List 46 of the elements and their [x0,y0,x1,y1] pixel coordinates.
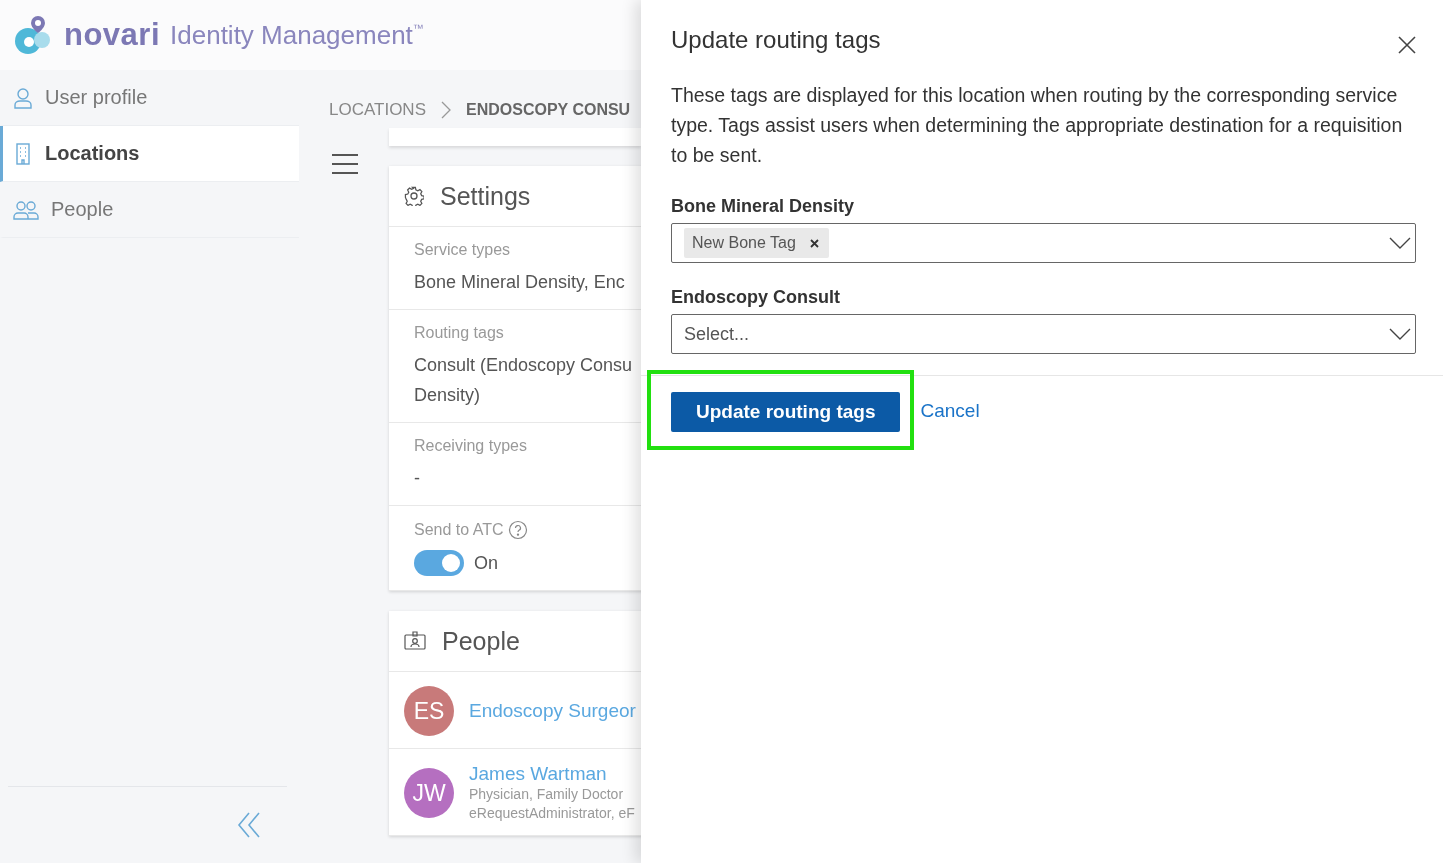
badge-icon [404,631,426,651]
field-label: Service types [414,241,511,259]
panel-description: These tags are displayed for this location when routing by the corresponding service type. Tags assist users when determining the appropriate destination for a requisition to be sent. [671,83,1404,168]
toggle-switch[interactable] [414,550,464,576]
person-detail: Physician, Family Doctor [469,785,625,804]
breadcrumb-current: ENDOSCOPY CONSU [466,101,631,119]
product-name: Identity Management [170,19,413,51]
trademark: ™ [412,22,424,34]
field-label: Send to ATC [414,521,504,539]
tag-label: New Bone Tag [692,234,796,252]
user-icon [13,86,33,109]
close-icon[interactable] [1398,36,1416,54]
sidebar-item[interactable]: Locations [0,126,299,182]
people-icon [13,199,39,220]
tag-select[interactable]: Select... [671,314,1416,354]
chevron-down-icon [1389,237,1411,249]
breadcrumb-link[interactable]: LOCATIONS [329,100,426,120]
chevron-icon [440,101,452,119]
field-value: Consult (Endoscopy Consu [414,354,634,377]
remove-icon[interactable] [809,238,819,248]
card-title: Settings [440,181,531,211]
person-detail: eRequestAdministrator, eF [469,804,635,823]
update-button[interactable]: Update routing tags [671,391,901,432]
building-icon [13,142,33,165]
field-label: Receiving types [414,437,527,455]
person-link[interactable]: Endoscopy Surgeor [469,700,636,722]
card-title: People [442,626,520,656]
select-placeholder: Select... [684,323,750,345]
avatar: ES [404,686,454,736]
field-label: Bone Mineral Density [671,196,856,217]
field-label: Endoscopy Consult [671,287,841,308]
person-link[interactable]: James Wartman [469,763,635,785]
cancel-link[interactable]: Cancel [920,400,980,422]
panel-title: Update routing tags [671,26,881,54]
help-icon[interactable] [507,520,528,540]
brand-name: novari [64,17,161,53]
avatar: JW [404,768,454,818]
toggle-label: On [474,552,498,575]
field-value: - [414,467,421,490]
field-label: Routing tags [414,324,504,342]
settings-icon [404,186,424,206]
tag-select[interactable]: New Bone Tag [671,223,1416,263]
menu-icon[interactable] [331,153,359,175]
field-value: Density) [414,384,481,407]
chevron-down-icon [1389,328,1411,340]
field-value: Bone Mineral Density, Enc [414,271,626,294]
